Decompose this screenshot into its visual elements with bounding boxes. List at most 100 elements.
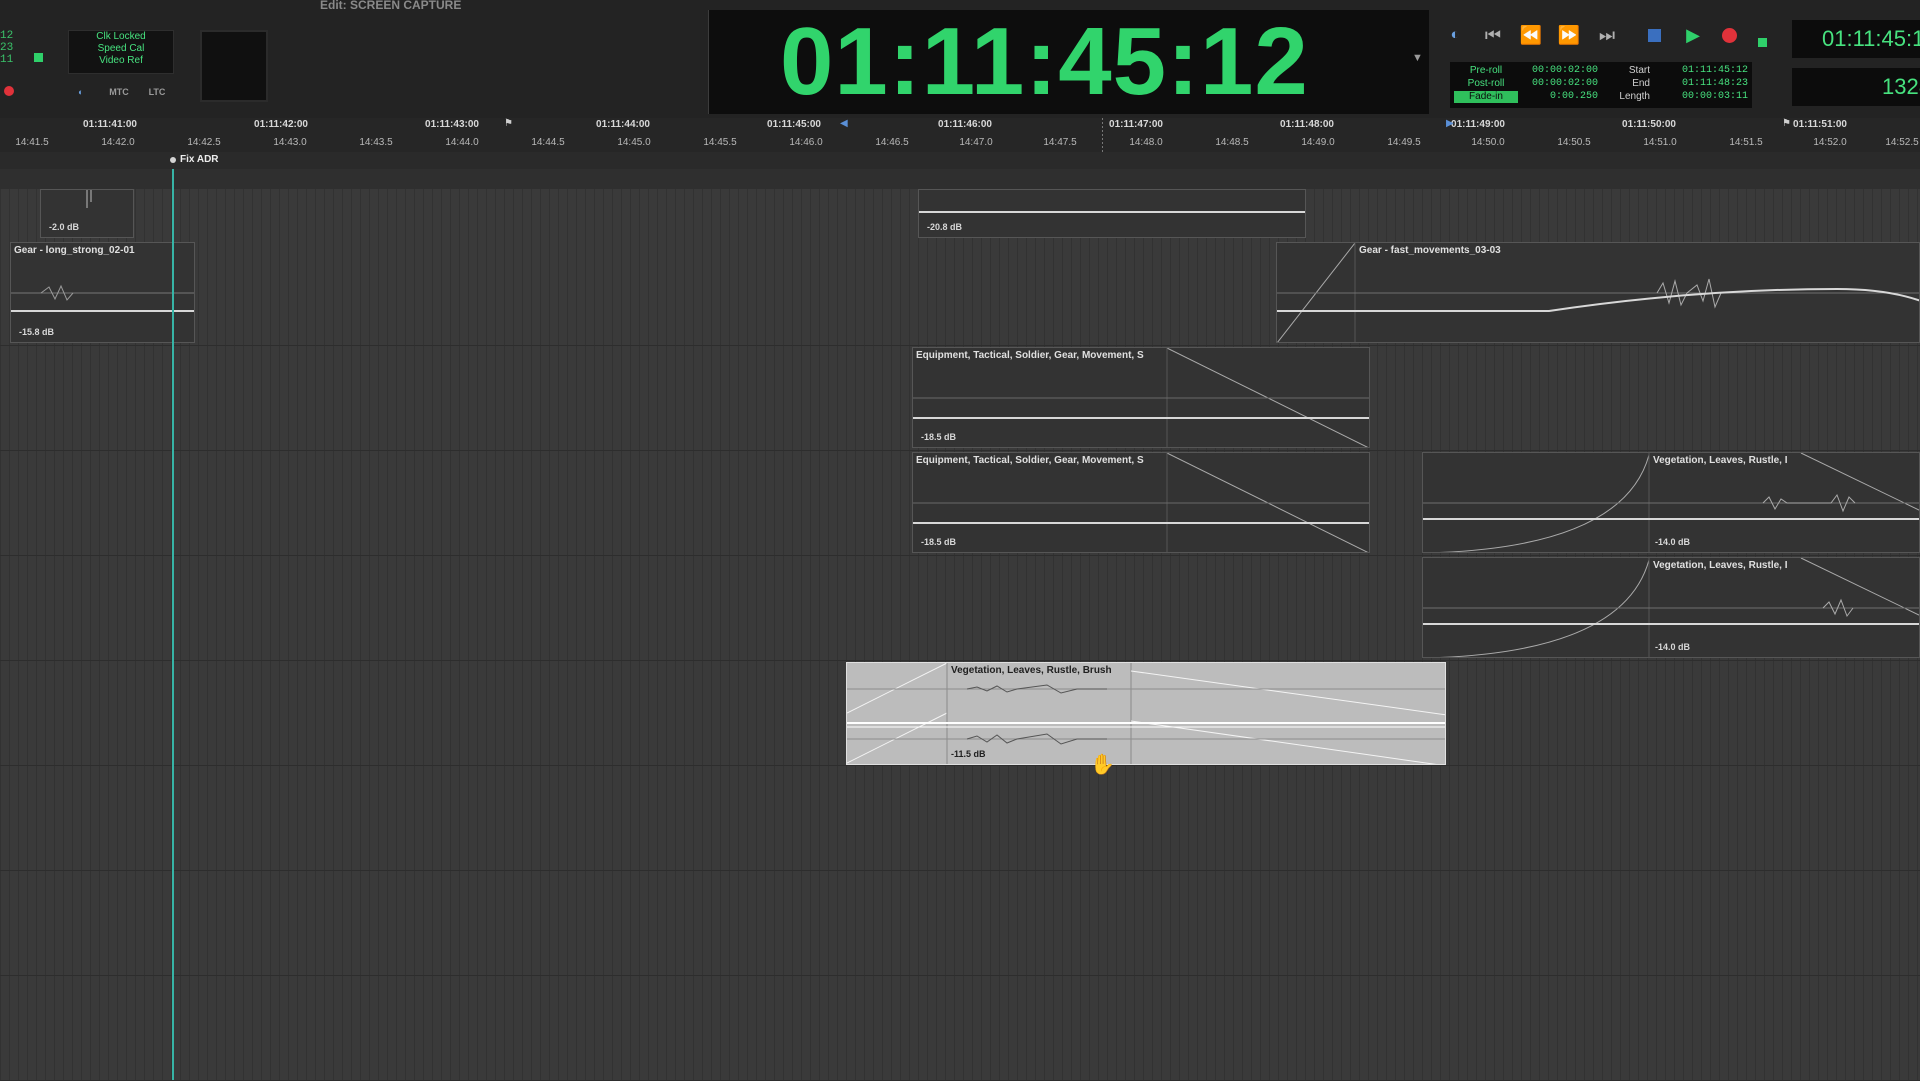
clip-waveform [847, 663, 1445, 764]
minsec-tick: 14:44.0 [445, 137, 479, 148]
clip-waveform [1277, 243, 1919, 342]
clip-waveform [913, 453, 1369, 552]
video-ref-status: Video Ref [99, 55, 143, 66]
clip-volume: -18.5 dB [921, 537, 957, 547]
return-to-zero-icon[interactable]: ⏮ [1480, 22, 1506, 48]
fast-forward-icon[interactable]: ⏩ [1556, 22, 1582, 48]
clip-volume: -14.0 dB [1655, 537, 1691, 547]
marker-ruler[interactable] [0, 152, 1920, 169]
clip-name: Equipment, Tactical, Soldier, Gear, Move… [916, 350, 1144, 361]
clip-volume: -14.0 dB [1655, 642, 1691, 652]
timecode-tick: 01:11:46:00 [938, 119, 992, 130]
flag-icon[interactable]: ⚑ [504, 118, 513, 129]
timecode-tick: 01:11:43:00 [425, 119, 479, 130]
clip-name: Equipment, Tactical, Soldier, Gear, Move… [916, 455, 1144, 466]
end-value[interactable]: 01:11:48:23 [1682, 78, 1750, 90]
online-icon[interactable]: ◐ [70, 85, 92, 99]
grabber-hand-icon: ✋ [1090, 754, 1115, 776]
postroll-label[interactable]: Post-roll [1454, 78, 1518, 90]
minsec-tick: 14:41.5 [15, 137, 49, 148]
readout-line: 23 [0, 42, 14, 54]
length-label: Length [1619, 91, 1650, 102]
audio-clip[interactable]: Gear - fast_movements_03-03 [1276, 242, 1920, 343]
length-value[interactable]: 00:00:03:11 [1682, 91, 1750, 103]
marker-icon[interactable] [170, 157, 176, 163]
minsec-tick: 14:46.5 [875, 137, 909, 148]
ruler-spacer [0, 169, 1920, 189]
selection-start-icon[interactable]: ◀ [840, 118, 848, 129]
audio-clip[interactable]: Vegetation, Leaves, Rustle, I -14.0 dB [1422, 452, 1920, 553]
fadein-label[interactable]: Fade-in [1454, 91, 1518, 103]
preroll-label[interactable]: Pre-roll [1454, 65, 1518, 77]
minsec-tick: 14:51.0 [1643, 137, 1677, 148]
track-lane[interactable] [0, 976, 1920, 1081]
minsec-tick: 14:45.0 [617, 137, 651, 148]
timecode-tick: 01:11:47:00 [1109, 119, 1163, 130]
sync-status-box: Clk Locked Speed Cal Video Ref [68, 30, 174, 74]
clip-name: Vegetation, Leaves, Rustle, I [1653, 560, 1788, 571]
preroll-postroll-panel: Pre-roll 00:00:02:00 Post-roll 00:00:02:… [1450, 62, 1752, 108]
clip-volume: -2.0 dB [49, 222, 80, 232]
record-icon[interactable] [1722, 28, 1737, 43]
clip-waveform [913, 348, 1369, 447]
audio-clip[interactable]: -20.8 dB [918, 189, 1306, 238]
minsec-tick: 14:47.0 [959, 137, 993, 148]
track-lane[interactable] [0, 766, 1920, 871]
timecode-tick: 01:11:45:00 [767, 119, 821, 130]
minsec-tick: 14:49.0 [1301, 137, 1335, 148]
audio-clip[interactable]: Equipment, Tactical, Soldier, Gear, Move… [912, 347, 1370, 448]
online-icon[interactable]: ◐ [1442, 22, 1468, 48]
minsec-tick: 14:49.5 [1387, 137, 1421, 148]
minsec-tick: 14:42.0 [101, 137, 135, 148]
clip-name: Vegetation, Leaves, Rustle, Brush [951, 665, 1112, 676]
mtc-button[interactable]: MTC [104, 85, 134, 99]
play-icon[interactable]: ▶ [1680, 22, 1706, 48]
status-led [1758, 38, 1767, 47]
go-to-end-icon[interactable]: ⏭ [1594, 22, 1620, 48]
ltc-button[interactable]: LTC [142, 85, 172, 99]
secondary-counter[interactable]: 01:11:45:1 [1792, 20, 1920, 58]
clip-name: Gear - fast_movements_03-03 [1359, 245, 1501, 256]
record-enable-icon[interactable] [4, 86, 14, 96]
minsec-tick: 14:48.0 [1129, 137, 1163, 148]
minsec-tick: 14:50.0 [1471, 137, 1505, 148]
track-lane[interactable] [0, 871, 1920, 976]
minsec-tick: 14:46.0 [789, 137, 823, 148]
start-value[interactable]: 01:11:45:12 [1682, 65, 1750, 77]
marker-fix-adr[interactable]: Fix ADR [180, 153, 219, 167]
samples-counter[interactable]: 1328+0 [1792, 68, 1920, 106]
timecode-tick: 01:11:41:00 [83, 119, 137, 130]
timeline-ruler[interactable]: 01:11:41:00 01:11:42:00 01:11:43:00 01:1… [0, 118, 1920, 153]
flag-icon[interactable]: ⚑ [1782, 118, 1791, 129]
clip-waveform [919, 211, 1305, 213]
start-label: Start [1628, 65, 1650, 76]
minsec-tick: 14:48.5 [1215, 137, 1249, 148]
audio-clip[interactable]: Gear - long_strong_02-01 -15.8 dB [10, 242, 195, 343]
audio-clip[interactable]: Vegetation, Leaves, Rustle, I -14.0 dB [1422, 557, 1920, 658]
minsec-tick: 14:42.5 [187, 137, 221, 148]
minsec-tick: 14:43.5 [359, 137, 393, 148]
clock-locked-status: Clk Locked [96, 31, 146, 42]
audio-clip-selected[interactable]: Vegetation, Leaves, Rustle, Brush -11.5 … [846, 662, 1446, 765]
end-label: End [1632, 78, 1650, 89]
fadein-value[interactable]: 0:00.250 [1550, 91, 1614, 103]
audio-clip[interactable]: Equipment, Tactical, Soldier, Gear, Move… [912, 452, 1370, 553]
sync-status-led [34, 53, 43, 62]
audio-clip[interactable]: -2.0 dB [40, 189, 134, 238]
playhead-line[interactable] [172, 169, 174, 1080]
chevron-down-icon[interactable]: ▼ [1412, 52, 1423, 64]
sync-readouts: 12 23 11 [0, 30, 18, 66]
readout-line: 11 [0, 54, 14, 66]
rewind-icon[interactable]: ⏪ [1518, 22, 1544, 48]
minsec-tick: 14:51.5 [1729, 137, 1763, 148]
stop-icon[interactable] [1648, 29, 1661, 42]
minsec-tick: 14:44.5 [531, 137, 565, 148]
minsec-tick: 14:43.0 [273, 137, 307, 148]
transport-controls: ◐ ⏮ ⏪ ⏩ ⏭ ▶ [1440, 16, 1780, 58]
preroll-value[interactable]: 00:00:02:00 [1532, 65, 1598, 77]
main-timecode-counter[interactable]: 01:11:45:12 [780, 10, 1350, 114]
video-thumbnail [200, 30, 268, 102]
postroll-value[interactable]: 00:00:02:00 [1532, 78, 1598, 90]
minsec-tick: 14:52.5 [1885, 137, 1919, 148]
selection-end-icon[interactable]: ▶ [1446, 118, 1454, 129]
